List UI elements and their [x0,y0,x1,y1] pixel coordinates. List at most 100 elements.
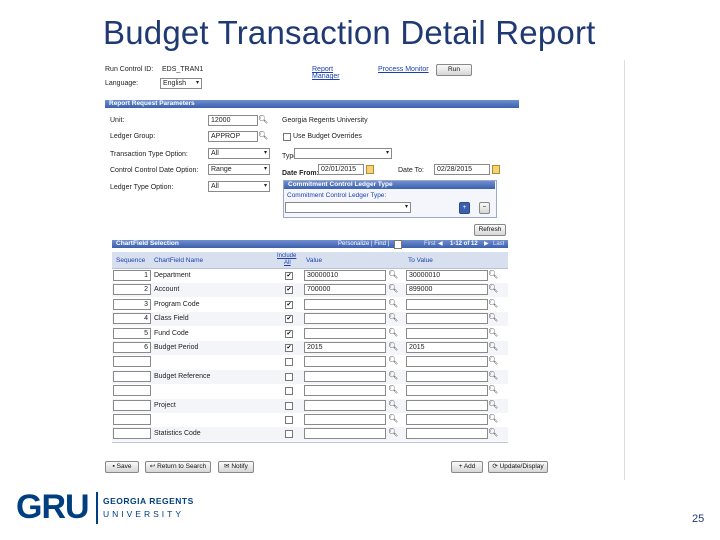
ledger-group-input[interactable]: APPROP [208,131,258,142]
to-value-lookup-icon[interactable]: 🔍︎ [488,356,498,365]
ledger-group-lookup-icon[interactable]: 🔍︎ [258,131,268,140]
value-lookup-icon[interactable]: 🔍︎ [388,342,398,351]
include-all-checkbox[interactable] [285,358,293,366]
value-input[interactable] [304,385,386,396]
include-all-checkbox[interactable]: ✔ [285,301,293,309]
report-manager-link-line2[interactable]: Manager [312,73,340,80]
transaction-type-select[interactable]: All ▾ [208,148,270,159]
sequence-input[interactable] [113,414,151,425]
value-input[interactable]: 700000 [304,284,386,295]
grid-view-icon[interactable] [394,240,402,249]
date-from-input[interactable]: 02/01/2015 [318,164,364,175]
use-budget-overrides-checkbox[interactable] [283,133,291,141]
to-value-lookup-icon[interactable]: 🔍︎ [488,414,498,423]
value-input[interactable] [304,299,386,310]
include-all-checkbox[interactable]: ✔ [285,344,293,352]
to-value-input[interactable]: 2015 [406,342,488,353]
commitment-control-ledger-type-select[interactable]: ▾ [285,202,411,213]
delete-row-icon[interactable]: − [479,202,490,214]
date-to-input[interactable]: 02/28/2015 [434,164,490,175]
value-input[interactable] [304,356,386,367]
include-all-checkbox[interactable]: ✔ [285,330,293,338]
add-row-icon[interactable]: + [459,202,470,214]
to-value-input[interactable] [406,356,488,367]
to-value-input[interactable] [406,428,488,439]
to-value-lookup-icon[interactable]: 🔍︎ [488,299,498,308]
sequence-input[interactable]: 3 [113,299,151,310]
last-arrow-icon[interactable]: ▶ [484,240,489,247]
to-value-lookup-icon[interactable]: 🔍︎ [488,371,498,380]
sequence-input[interactable] [113,371,151,382]
refresh-button[interactable]: Refresh [474,224,506,236]
to-value-lookup-icon[interactable]: 🔍︎ [488,284,498,293]
value-lookup-icon[interactable]: 🔍︎ [388,371,398,380]
value-lookup-icon[interactable]: 🔍︎ [388,414,398,423]
update-display-button[interactable]: ⟳ Update/Display [488,461,548,473]
first-link[interactable]: First [424,241,436,247]
personalize-find-links[interactable]: Personalize | Find | [338,241,389,247]
include-all-checkbox[interactable] [285,430,293,438]
value-input[interactable]: 2015 [304,342,386,353]
ledger-type-select[interactable]: All ▾ [208,181,270,192]
run-button[interactable]: Run [436,64,472,76]
sequence-input[interactable] [113,385,151,396]
value-lookup-icon[interactable]: 🔍︎ [388,270,398,279]
sequence-input[interactable] [113,356,151,367]
include-all-checkbox[interactable] [285,373,293,381]
to-value-input[interactable]: 30000010 [406,270,488,281]
to-value-input[interactable] [406,313,488,324]
sequence-input[interactable] [113,400,151,411]
to-value-lookup-icon[interactable]: 🔍︎ [488,313,498,322]
to-value-lookup-icon[interactable]: 🔍︎ [488,428,498,437]
value-input[interactable] [304,371,386,382]
sequence-input[interactable]: 5 [113,328,151,339]
include-all-checkbox[interactable]: ✔ [285,272,293,280]
include-all-checkbox[interactable] [285,402,293,410]
sequence-input[interactable]: 1 [113,270,151,281]
to-value-lookup-icon[interactable]: 🔍︎ [488,342,498,351]
to-value-lookup-icon[interactable]: 🔍︎ [488,328,498,337]
return-to-search-button[interactable]: ↩ Return to Search [145,461,211,473]
sequence-input[interactable]: 2 [113,284,151,295]
value-input[interactable] [304,328,386,339]
value-input[interactable] [304,313,386,324]
to-value-lookup-icon[interactable]: 🔍︎ [488,270,498,279]
add-button[interactable]: + Add [451,461,483,473]
col-include-all[interactable]: Include [277,253,296,259]
to-value-input[interactable]: 899000 [406,284,488,295]
unit-input[interactable]: 12000 [208,115,258,126]
value-input[interactable] [304,400,386,411]
to-value-lookup-icon[interactable]: 🔍︎ [488,400,498,409]
value-lookup-icon[interactable]: 🔍︎ [388,356,398,365]
to-value-input[interactable] [406,328,488,339]
value-lookup-icon[interactable]: 🔍︎ [388,328,398,337]
date-option-select[interactable]: Range ▾ [208,164,270,175]
unit-lookup-icon[interactable]: 🔍︎ [258,115,268,124]
notify-button[interactable]: ✉ Notify [218,461,254,473]
sequence-input[interactable]: 6 [113,342,151,353]
sequence-input[interactable]: 4 [113,313,151,324]
value-lookup-icon[interactable]: 🔍︎ [388,400,398,409]
value-input[interactable] [304,428,386,439]
calendar-icon[interactable] [366,165,374,174]
sequence-input[interactable] [113,428,151,439]
to-value-lookup-icon[interactable]: 🔍︎ [488,385,498,394]
value-lookup-icon[interactable]: 🔍︎ [388,385,398,394]
include-all-checkbox[interactable] [285,416,293,424]
value-lookup-icon[interactable]: 🔍︎ [388,284,398,293]
value-input[interactable]: 30000010 [304,270,386,281]
to-value-input[interactable] [406,414,488,425]
type-select[interactable]: ▾ [294,148,392,159]
include-all-checkbox[interactable] [285,387,293,395]
language-select[interactable]: English ▾ [160,78,202,89]
last-link[interactable]: Last [493,241,504,247]
report-manager-link[interactable]: Report [312,66,333,73]
save-button[interactable]: ▪ Save [105,461,139,473]
value-lookup-icon[interactable]: 🔍︎ [388,313,398,322]
value-lookup-icon[interactable]: 🔍︎ [388,428,398,437]
value-lookup-icon[interactable]: 🔍︎ [388,299,398,308]
to-value-input[interactable] [406,400,488,411]
col-include-all-line2[interactable]: All [284,260,291,266]
value-input[interactable] [304,414,386,425]
calendar-icon[interactable] [492,165,500,174]
